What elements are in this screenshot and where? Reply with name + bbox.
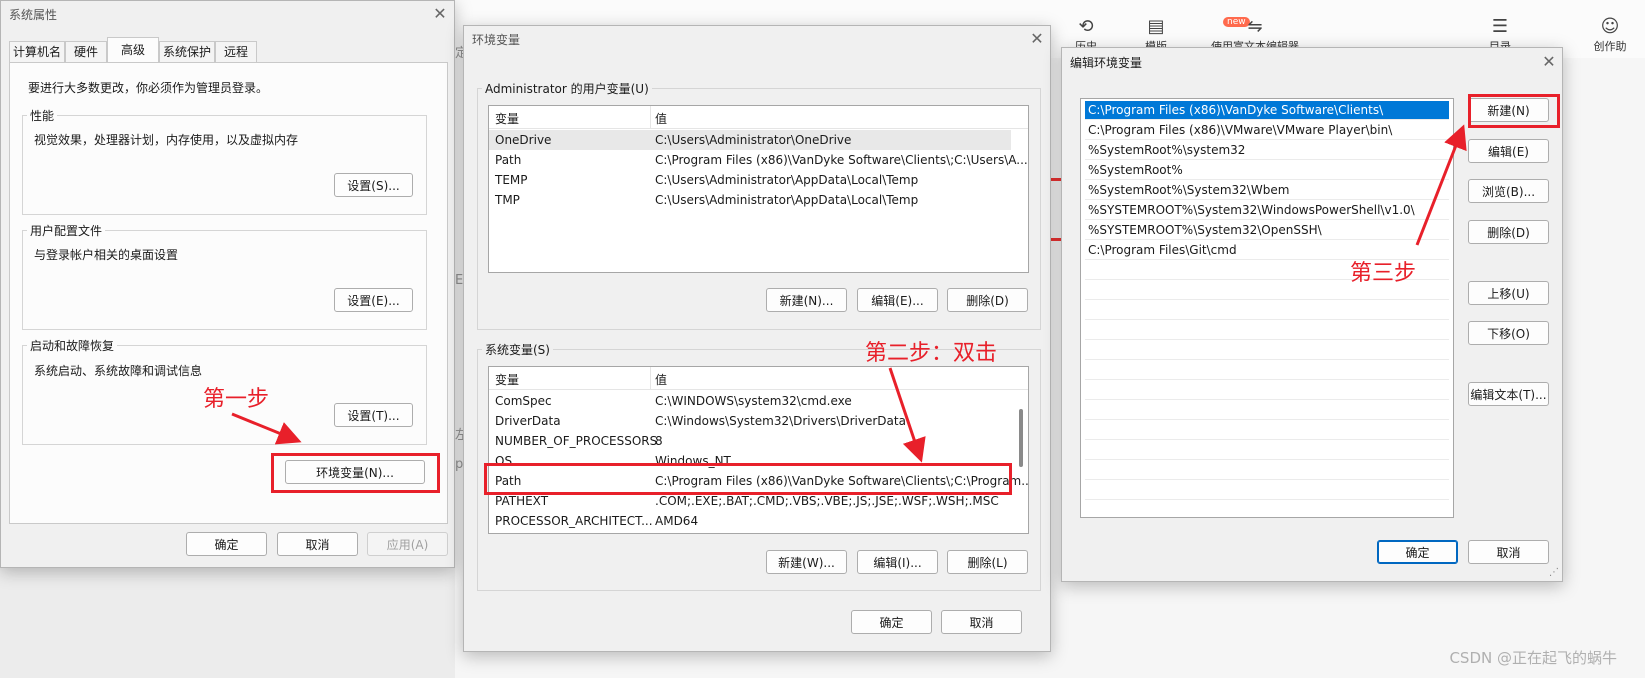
watermark: CSDN @正在起飞的蜗牛: [1449, 649, 1617, 667]
annotation-arrows: [231, 124, 1467, 463]
step3-arrow: [1415, 124, 1467, 246]
step1-arrow: [231, 412, 302, 445]
step2-arrow: [888, 367, 926, 463]
